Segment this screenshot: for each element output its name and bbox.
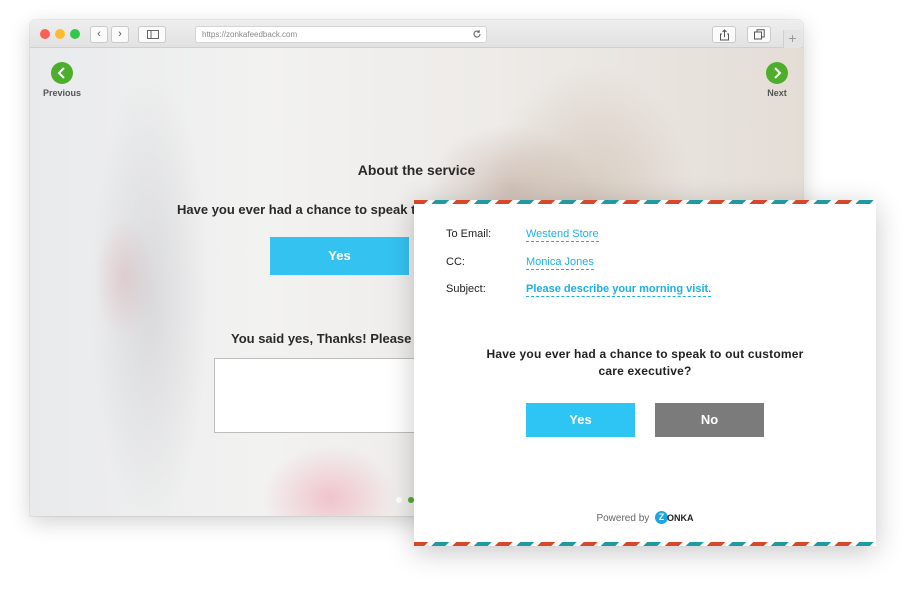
airmail-border-bottom (414, 542, 876, 546)
arrow-right-circle-icon (766, 62, 788, 84)
sidebar-icon (147, 30, 159, 39)
back-button[interactable]: ‹ (90, 26, 108, 43)
tabs-overview-button[interactable] (747, 26, 771, 43)
cc-value[interactable]: Monica Jones (526, 256, 594, 270)
new-tab-button[interactable]: + (783, 30, 801, 48)
next-button[interactable]: Next (752, 62, 802, 98)
address-bar[interactable]: https://zonkafeedback.com (195, 26, 487, 43)
airmail-border-top (414, 200, 876, 204)
reload-icon[interactable] (472, 29, 482, 39)
share-button[interactable] (712, 26, 736, 43)
survey-yes-button[interactable]: Yes (270, 237, 409, 275)
share-icon (720, 29, 729, 41)
email-survey-card: To Email: Westend Store CC: Monica Jones… (414, 200, 876, 546)
tabs-icon (754, 29, 765, 40)
chevron-right-icon: › (118, 28, 122, 40)
zonka-logo: Z ONKA (655, 511, 694, 524)
close-window-button[interactable] (40, 29, 50, 39)
maximize-window-button[interactable] (70, 29, 80, 39)
powered-by: Powered by Z ONKA (414, 511, 876, 525)
previous-button[interactable]: Previous (37, 62, 87, 98)
minimize-window-button[interactable] (55, 29, 65, 39)
zonka-logo-text: ONKA (667, 512, 694, 523)
url-text: https://zonkafeedback.com (202, 30, 298, 39)
next-label: Next (767, 88, 787, 98)
browser-toolbar: ‹ › https://zonkafeedback.com + (30, 20, 803, 48)
subject-value[interactable]: Please describe your morning visit. (526, 283, 712, 297)
section-title: About the service (357, 162, 476, 178)
to-email-label: To Email: (446, 228, 492, 240)
sidebar-toggle-button[interactable] (138, 26, 166, 43)
previous-label: Previous (42, 88, 82, 98)
arrow-left-circle-icon (51, 62, 73, 84)
forward-button[interactable]: › (111, 26, 129, 43)
powered-by-label: Powered by (596, 513, 650, 525)
subject-label: Subject: (446, 283, 486, 295)
email-no-button[interactable]: No (655, 403, 764, 437)
email-yes-button[interactable]: Yes (526, 403, 635, 437)
pagination-dot[interactable] (396, 497, 402, 503)
survey-question: Have you ever had a chance to speak to (177, 202, 424, 217)
to-email-value[interactable]: Westend Store (526, 228, 599, 242)
chevron-left-icon: ‹ (97, 28, 101, 40)
plus-icon: + (788, 30, 797, 46)
followup-textarea[interactable] (214, 358, 434, 433)
followup-question: You said yes, Thanks! Please h (231, 331, 423, 346)
cc-label: CC: (446, 256, 465, 268)
email-question: Have you ever had a chance to speak to o… (486, 347, 804, 378)
